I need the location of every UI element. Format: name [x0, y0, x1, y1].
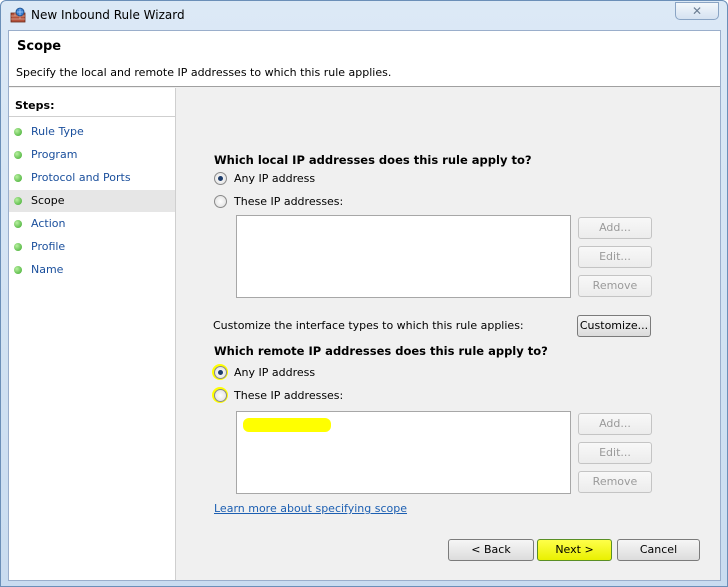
remote-any-ip-label: Any IP address [234, 366, 316, 379]
local-any-ip-radio[interactable] [214, 172, 227, 185]
remote-add-button[interactable]: Add... [578, 413, 652, 435]
step-item[interactable]: Profile [9, 236, 175, 258]
step-item[interactable]: Name [9, 259, 175, 281]
scope-content: Which local IP addresses does this rule … [177, 88, 720, 580]
remote-these-ip-radio[interactable] [214, 389, 227, 402]
step-label: Action [31, 217, 66, 230]
step-label: Rule Type [31, 125, 84, 138]
step-status-icon [14, 174, 22, 182]
local-ip-question: Which local IP addresses does this rule … [214, 153, 532, 167]
interface-types-text: Customize the interface types to which t… [213, 319, 524, 332]
wizard-client: Scope Specify the local and remote IP ad… [8, 30, 721, 581]
window-title: New Inbound Rule Wizard [31, 8, 185, 22]
remote-remove-button[interactable]: Remove [578, 471, 652, 493]
steps-divider [9, 116, 175, 117]
step-status-icon [14, 266, 22, 274]
steps-title: Steps: [15, 99, 55, 112]
cancel-button[interactable]: Cancel [617, 539, 700, 561]
step-label: Profile [31, 240, 66, 253]
local-remove-button[interactable]: Remove [578, 275, 652, 297]
step-status-icon [14, 128, 22, 136]
step-item[interactable]: Program [9, 144, 175, 166]
local-these-ip-radio[interactable] [214, 195, 227, 208]
highlight-mark [243, 418, 331, 432]
local-add-button[interactable]: Add... [578, 217, 652, 239]
step-status-icon [14, 151, 22, 159]
title-bar[interactable]: New Inbound Rule Wizard ✕ [1, 1, 727, 30]
local-any-ip-label: Any IP address [234, 172, 316, 185]
step-item[interactable]: Rule Type [9, 121, 175, 143]
remote-ip-question: Which remote IP addresses does this rule… [214, 344, 548, 358]
customize-button[interactable]: Customize... [577, 315, 651, 337]
step-item[interactable]: Protocol and Ports [9, 167, 175, 189]
step-item[interactable]: Scope [9, 190, 175, 212]
remote-any-ip-radio[interactable] [214, 366, 227, 379]
step-label: Scope [31, 194, 65, 207]
next-button[interactable]: Next > [537, 539, 612, 561]
step-status-icon [14, 197, 22, 205]
step-label: Protocol and Ports [31, 171, 131, 184]
close-icon: ✕ [691, 4, 703, 18]
firewall-icon [10, 7, 26, 23]
wizard-window: New Inbound Rule Wizard ✕ Scope Specify … [0, 0, 728, 587]
remote-edit-button[interactable]: Edit... [578, 442, 652, 464]
step-label: Name [31, 263, 64, 276]
remote-ip-list[interactable] [236, 411, 571, 494]
close-button[interactable]: ✕ [675, 2, 719, 20]
wizard-header: Scope Specify the local and remote IP ad… [9, 31, 720, 87]
page-title: Scope [17, 39, 62, 54]
steps-panel: Steps: Rule Type Program Protocol and Port… [9, 88, 176, 580]
local-edit-button[interactable]: Edit... [578, 246, 652, 268]
step-status-icon [14, 243, 22, 251]
remote-these-ip-label: These IP addresses: [234, 389, 344, 402]
back-button[interactable]: < Back [448, 539, 534, 561]
learn-more-link[interactable]: Learn more about specifying scope [214, 502, 407, 515]
local-these-ip-label: These IP addresses: [234, 195, 344, 208]
step-status-icon [14, 220, 22, 228]
step-item[interactable]: Action [9, 213, 175, 235]
step-label: Program [31, 148, 78, 161]
local-ip-list[interactable] [236, 215, 571, 298]
page-description: Specify the local and remote IP addresse… [16, 66, 392, 79]
